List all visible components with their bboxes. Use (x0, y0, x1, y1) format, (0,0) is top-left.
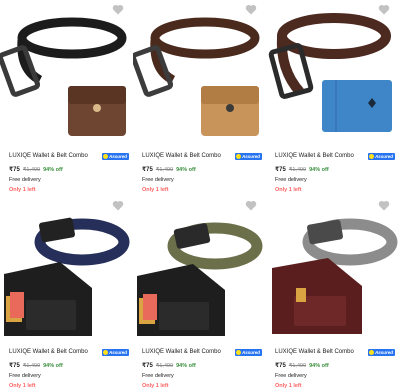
selling-price: ₹75 (275, 167, 286, 173)
product-title[interactable]: LUXIQE Wallet & Belt Combo (142, 153, 221, 159)
black-belt-brown-wallet-image (0, 17, 127, 136)
selling-price: ₹75 (275, 363, 286, 369)
discount-label: 94% off (43, 166, 63, 173)
delivery-info: Free delivery (9, 373, 41, 379)
discount-label: 94% off (176, 166, 196, 173)
selling-price: ₹75 (142, 363, 153, 369)
assured-badge: Assured (101, 348, 129, 356)
product-title[interactable]: LUXIQE Wallet & Belt Combo (9, 349, 88, 355)
selling-price: ₹75 (142, 167, 153, 173)
stock-warning: Only 1 left (9, 187, 36, 193)
delivery-info: Free delivery (142, 373, 174, 379)
wishlist-heart-icon[interactable] (245, 200, 257, 212)
product-title[interactable]: LUXIQE Wallet & Belt Combo (9, 153, 88, 159)
assured-badge: Assured (234, 348, 262, 356)
original-price: ₹1,499 (288, 166, 307, 173)
product-card[interactable]: LUXIQE Wallet & Belt Combo Assured ₹75 ₹… (266, 0, 399, 195)
assured-icon (368, 349, 374, 355)
discount-label: 94% off (309, 362, 329, 369)
discount-label: 94% off (176, 362, 196, 369)
product-card[interactable]: LUXIQE Wallet & Belt Combo Assured ₹75 ₹… (266, 196, 399, 391)
product-image[interactable] (266, 196, 399, 344)
delivery-info: Free delivery (275, 373, 307, 379)
product-image[interactable] (266, 0, 399, 148)
original-price: ₹1,499 (155, 166, 174, 173)
product-title[interactable]: LUXIQE Wallet & Belt Combo (275, 349, 354, 355)
product-card[interactable]: LUXIQE Wallet & Belt Combo Assured ₹75 ₹… (133, 0, 266, 195)
original-price: ₹1,499 (22, 362, 41, 369)
assured-badge: Assured (101, 152, 129, 160)
stock-warning: Only 1 left (275, 383, 302, 389)
product-info: LUXIQE Wallet & Belt Combo Assured ₹75 ₹… (9, 150, 129, 194)
original-price: ₹1,499 (22, 166, 41, 173)
wishlist-heart-icon[interactable] (245, 4, 257, 16)
grey-belt-maroon-wallet-image (272, 218, 398, 334)
delivery-info: Free delivery (9, 177, 41, 183)
olive-belt-black-wallet-image (137, 222, 263, 336)
product-card[interactable]: LUXIQE Wallet & Belt Combo Assured ₹75 ₹… (0, 196, 133, 391)
product-image[interactable] (133, 0, 266, 148)
product-image[interactable] (133, 196, 266, 344)
product-title[interactable]: LUXIQE Wallet & Belt Combo (275, 153, 354, 159)
assured-icon (368, 153, 374, 159)
discount-label: 94% off (43, 362, 63, 369)
original-price: ₹1,499 (155, 362, 174, 369)
product-info: LUXIQE Wallet & Belt Combo Assured ₹75 ₹… (142, 346, 262, 390)
delivery-info: Free delivery (142, 177, 174, 183)
product-image[interactable] (0, 0, 133, 148)
selling-price: ₹75 (9, 363, 20, 369)
assured-icon (102, 153, 108, 159)
assured-icon (235, 349, 241, 355)
product-title[interactable]: LUXIQE Wallet & Belt Combo (142, 349, 221, 355)
assured-badge: Assured (367, 348, 395, 356)
navy-belt-black-wallet-image (4, 217, 130, 336)
brown-belt-tan-wallet-image (133, 17, 260, 136)
assured-icon (235, 153, 241, 159)
product-info: LUXIQE Wallet & Belt Combo Assured ₹75 ₹… (275, 346, 395, 390)
product-image[interactable] (0, 196, 133, 344)
selling-price: ₹75 (9, 167, 20, 173)
product-card[interactable]: LUXIQE Wallet & Belt Combo Assured ₹75 ₹… (133, 196, 266, 391)
delivery-info: Free delivery (275, 177, 307, 183)
product-grid: LUXIQE Wallet & Belt Combo Assured ₹75 ₹… (0, 0, 400, 391)
stock-warning: Only 1 left (142, 187, 169, 193)
assured-icon (102, 349, 108, 355)
wishlist-heart-icon[interactable] (378, 200, 390, 212)
stock-warning: Only 1 left (142, 383, 169, 389)
assured-badge: Assured (234, 152, 262, 160)
product-info: LUXIQE Wallet & Belt Combo Assured ₹75 ₹… (275, 150, 395, 194)
stock-warning: Only 1 left (9, 383, 36, 389)
discount-label: 94% off (309, 166, 329, 173)
product-info: LUXIQE Wallet & Belt Combo Assured ₹75 ₹… (9, 346, 129, 390)
product-info: LUXIQE Wallet & Belt Combo Assured ₹75 ₹… (142, 150, 262, 194)
wishlist-heart-icon[interactable] (112, 4, 124, 16)
wishlist-heart-icon[interactable] (112, 200, 124, 212)
original-price: ₹1,499 (288, 362, 307, 369)
stock-warning: Only 1 left (275, 187, 302, 193)
brown-belt-blue-wallet-image (268, 13, 392, 132)
product-card[interactable]: LUXIQE Wallet & Belt Combo Assured ₹75 ₹… (0, 0, 133, 195)
wishlist-heart-icon[interactable] (378, 4, 390, 16)
assured-badge: Assured (367, 152, 395, 160)
